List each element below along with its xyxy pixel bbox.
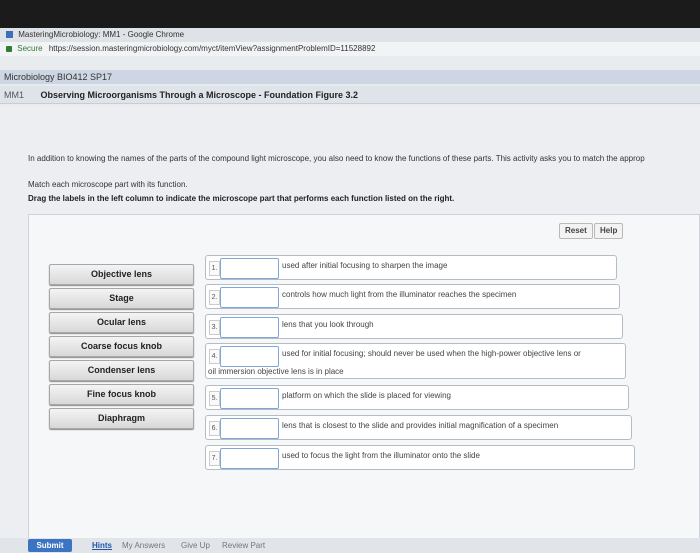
target-3: 3. lens that you look through — [205, 314, 623, 339]
target-description: used for initial focusing; should never … — [282, 349, 581, 358]
drop-zone-5[interactable] — [220, 388, 279, 409]
window-title: MasteringMicrobiology: MM1 - Google Chro… — [18, 30, 185, 39]
label-coarse-focus-knob[interactable]: Coarse focus knob — [49, 336, 194, 357]
screen: MasteringMicrobiology: MM1 - Google Chro… — [0, 28, 700, 553]
breadcrumb: MM1 Observing Microorganisms Through a M… — [0, 86, 700, 104]
hints-link[interactable]: Hints — [92, 539, 112, 552]
url-text[interactable]: https://session.masteringmicrobiology.co… — [49, 44, 376, 53]
label-fine-focus-knob[interactable]: Fine focus knob — [49, 384, 194, 405]
give-up-link[interactable]: Give Up — [181, 539, 210, 552]
reset-button[interactable]: Reset — [559, 223, 593, 239]
secure-label: Secure — [17, 44, 43, 53]
match-instruction: Match each microscope part with its func… — [28, 180, 188, 189]
target-4: 4. used for initial focusing; should nev… — [205, 343, 626, 379]
target-description: lens that you look through — [282, 320, 374, 329]
label-condenser-lens[interactable]: Condenser lens — [49, 360, 194, 381]
target-number: 5. — [209, 391, 220, 406]
target-2: 2. controls how much light from the illu… — [205, 284, 620, 309]
drop-zone-3[interactable] — [220, 317, 279, 338]
target-number: 6. — [209, 421, 220, 436]
target-number: 3. — [209, 320, 220, 335]
drag-instruction: Drag the labels in the left column to in… — [28, 194, 455, 203]
drop-zone-2[interactable] — [220, 287, 279, 308]
main-content: In addition to knowing the names of the … — [0, 106, 700, 553]
target-number: 7. — [209, 451, 220, 466]
drop-zone-1[interactable] — [220, 258, 279, 279]
app-icon — [6, 31, 13, 39]
target-1: 1. used after initial focusing to sharpe… — [205, 255, 617, 280]
drop-zone-7[interactable] — [220, 448, 279, 469]
breadcrumb-assignment[interactable]: MM1 — [0, 86, 38, 104]
target-7: 7. used to focus the light from the illu… — [205, 445, 635, 470]
target-number: 1. — [209, 261, 220, 276]
target-description: used after initial focusing to sharpen t… — [282, 261, 448, 270]
course-bar: Microbiology BIO412 SP17 — [0, 70, 700, 84]
help-button[interactable]: Help — [594, 223, 624, 239]
target-number: 4. — [209, 349, 220, 364]
course-name[interactable]: Microbiology BIO412 SP17 — [4, 72, 112, 82]
label-ocular-lens[interactable]: Ocular lens — [49, 312, 194, 333]
intro-text: In addition to knowing the names of the … — [28, 154, 645, 163]
target-number: 2. — [209, 290, 220, 305]
lock-icon — [6, 45, 12, 52]
target-description: platform on which the slide is placed fo… — [282, 391, 451, 400]
label-stage[interactable]: Stage — [49, 288, 194, 309]
target-5: 5. platform on which the slide is placed… — [205, 385, 629, 410]
my-answers-link[interactable]: My Answers — [122, 539, 165, 552]
target-description: used to focus the light from the illumin… — [282, 451, 480, 460]
address-bar[interactable]: Secure https://session.masteringmicrobio… — [0, 42, 700, 56]
label-diaphragm[interactable]: Diaphragm — [49, 408, 194, 429]
activity-panel: Reset Help Objective lens Stage Ocular l… — [28, 214, 700, 553]
browser-titlebar: MasteringMicrobiology: MM1 - Google Chro… — [0, 28, 700, 42]
target-description: lens that is closest to the slide and pr… — [282, 421, 559, 430]
label-objective-lens[interactable]: Objective lens — [49, 264, 194, 285]
page-title: Observing Microorganisms Through a Micro… — [40, 90, 359, 100]
target-description-continued: oil immersion objective lens is in place — [208, 367, 344, 376]
drop-zone-4[interactable] — [220, 346, 279, 367]
footer-bar: Submit Hints My Answers Give Up Review P… — [0, 538, 700, 553]
submit-button[interactable]: Submit — [28, 539, 72, 552]
target-description: controls how much light from the illumin… — [282, 290, 517, 299]
review-part-link[interactable]: Review Part — [222, 539, 265, 552]
target-6: 6. lens that is closest to the slide and… — [205, 415, 632, 440]
drop-zone-6[interactable] — [220, 418, 279, 439]
